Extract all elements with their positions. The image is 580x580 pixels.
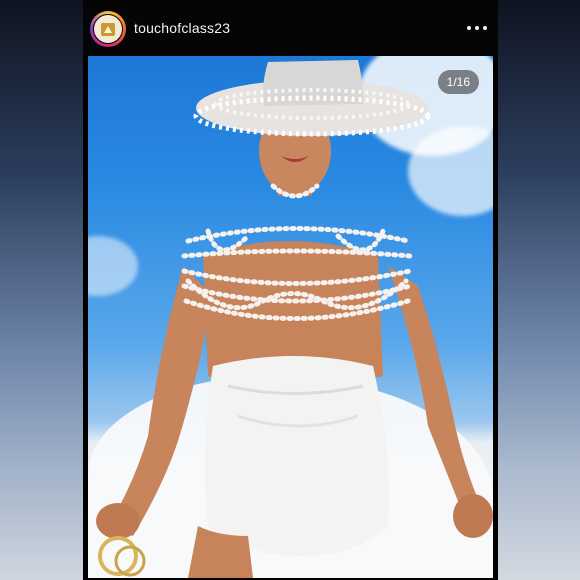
more-horizontal-icon xyxy=(467,26,471,30)
blurred-background-left xyxy=(0,0,83,580)
post-image[interactable]: 1/16 xyxy=(88,56,493,578)
image-counter-badge: 1/16 xyxy=(437,70,479,94)
avatar[interactable] xyxy=(90,11,126,47)
blurred-background-right xyxy=(498,0,580,580)
crown-icon xyxy=(101,23,115,36)
model-figure xyxy=(96,60,493,578)
instagram-post: touchofclass23 1/16 xyxy=(83,0,498,580)
post-header: touchofclass23 xyxy=(83,0,498,56)
username[interactable]: touchofclass23 xyxy=(134,20,230,36)
more-options-button[interactable] xyxy=(467,18,487,38)
profile-avatar-icon xyxy=(93,14,123,44)
